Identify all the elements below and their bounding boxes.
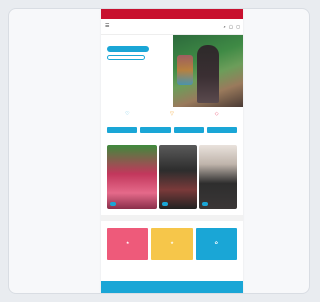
hamburger-icon[interactable]: ☰	[105, 24, 109, 29]
star-icon: ★	[170, 240, 174, 245]
star-icon: ★	[125, 240, 130, 245]
hero-image[interactable]	[173, 35, 243, 107]
category-buttons	[101, 127, 243, 135]
header-icons: ⌕ ◯ ▢	[223, 24, 240, 29]
look-button[interactable]	[110, 202, 116, 206]
user-icon[interactable]: ◯	[229, 24, 233, 29]
hero-image-mural	[177, 55, 193, 85]
bag-icon[interactable]: ▢	[236, 24, 240, 29]
quick-tiles: ★ ★ ✿	[101, 228, 243, 260]
category-button[interactable]	[107, 127, 138, 133]
hero-text	[107, 41, 171, 60]
feature-item[interactable]: ♡	[107, 111, 147, 125]
look-button[interactable]	[161, 202, 168, 206]
category-button[interactable]	[206, 127, 237, 133]
quick-tile[interactable]: ★	[151, 228, 193, 260]
flower-icon: ✿	[214, 240, 218, 245]
hero-primary-button[interactable]	[107, 46, 149, 52]
hero-image-model	[197, 45, 219, 103]
look-button[interactable]	[201, 202, 208, 206]
category-button[interactable]	[140, 127, 171, 133]
feature-item[interactable]: ▽	[152, 111, 192, 125]
hero-banner	[101, 35, 243, 107]
look-card[interactable]	[198, 145, 238, 209]
hero-secondary-button[interactable]	[107, 55, 145, 60]
search-icon[interactable]: ⌕	[223, 24, 225, 29]
looks-grid	[101, 145, 243, 209]
look-card[interactable]	[107, 145, 157, 209]
looks-title	[101, 135, 243, 145]
store-page: ☰ ⌕ ◯ ▢ ♡ ▽ ◇ ★ ★ ✿	[101, 9, 243, 293]
promo-banner[interactable]	[101, 9, 243, 19]
brand-logo[interactable]	[157, 22, 185, 32]
category-button[interactable]	[173, 127, 204, 133]
look-card[interactable]	[158, 145, 197, 209]
box-icon: ◇	[214, 111, 219, 117]
feature-item[interactable]: ◇	[197, 111, 237, 125]
tshirt-icon: ▽	[170, 111, 174, 117]
feature-row: ♡ ▽ ◇	[101, 107, 243, 127]
site-header: ☰ ⌕ ◯ ▢	[101, 19, 243, 35]
cookie-banner	[101, 281, 243, 293]
browser-frame: ☰ ⌕ ◯ ▢ ♡ ▽ ◇ ★ ★ ✿	[8, 8, 310, 294]
quick-tile[interactable]: ★	[107, 228, 149, 260]
quick-section-title	[101, 221, 243, 228]
quick-tile[interactable]: ✿	[195, 228, 237, 260]
heart-icon: ♡	[125, 111, 130, 117]
